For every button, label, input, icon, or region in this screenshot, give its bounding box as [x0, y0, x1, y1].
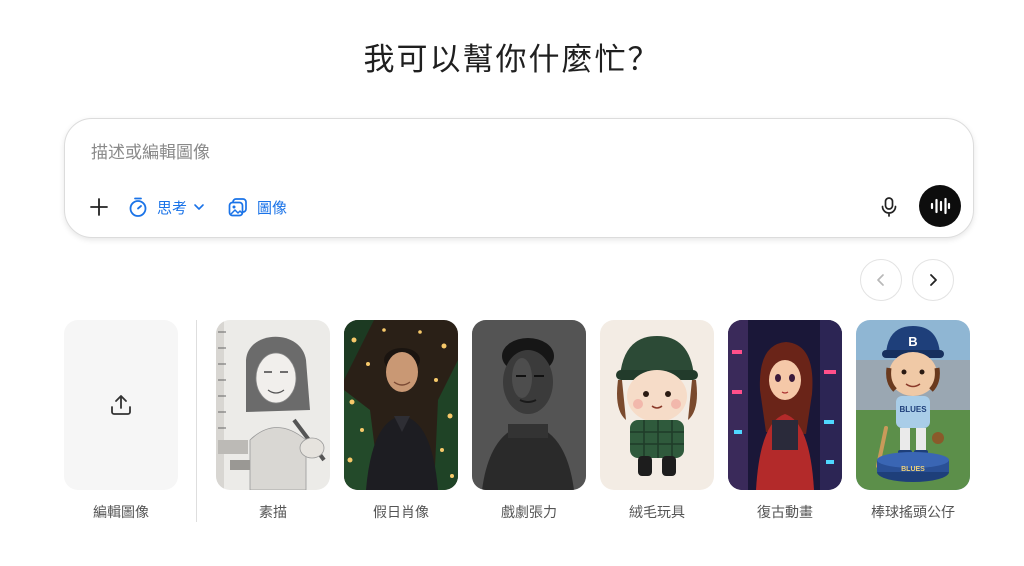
- baseball-bobblehead-image: B BLUES BLUES: [856, 320, 970, 490]
- think-mode-label: 思考: [157, 198, 188, 217]
- image-mode-label: 圖像: [257, 198, 288, 217]
- upload-image-card[interactable]: [64, 320, 178, 490]
- add-attachment-button[interactable]: [85, 193, 113, 221]
- style-card-retro-anime[interactable]: [728, 320, 842, 490]
- plus-icon: [90, 198, 108, 216]
- style-label-baseball-bobblehead: 棒球搖頭公仔: [871, 505, 955, 521]
- sketch-portrait-image: [216, 320, 330, 490]
- carousel-prev-button[interactable]: [860, 259, 902, 301]
- page-title: 我可以幫你什麼忙？: [363, 42, 661, 78]
- divider: [196, 320, 197, 522]
- style-card-holiday-portrait[interactable]: [344, 320, 458, 490]
- chevron-left-icon: [877, 274, 884, 286]
- prompt-input[interactable]: [89, 137, 793, 169]
- carousel-next-button[interactable]: [912, 259, 954, 301]
- image-icon: [228, 198, 247, 217]
- style-card-dramatic[interactable]: [472, 320, 586, 490]
- base-text: BLUES: [901, 466, 925, 473]
- upload-icon: [111, 395, 131, 415]
- style-label-plush-toy: 絨毛玩具: [629, 505, 685, 521]
- upload-image-label: 編輯圖像: [93, 505, 149, 521]
- style-card-plush-toy[interactable]: [600, 320, 714, 490]
- chevron-down-icon: [194, 204, 204, 210]
- plush-toy-image: [600, 320, 714, 490]
- style-label-holiday-portrait: 假日肖像: [373, 505, 429, 521]
- dramatic-portrait-image: [472, 320, 586, 490]
- cap-letter: B: [908, 334, 917, 349]
- timer-icon: [129, 197, 147, 217]
- chevron-right-icon: [930, 274, 937, 286]
- holiday-portrait-image: [344, 320, 458, 490]
- sound-wave-icon: [930, 197, 951, 215]
- jersey-text: BLUES: [899, 405, 927, 414]
- microphone-icon: [881, 197, 897, 217]
- think-mode-dropdown[interactable]: 思考: [127, 196, 205, 218]
- style-card-baseball-bobblehead[interactable]: B BLUES BLUES: [856, 320, 970, 490]
- dictate-button[interactable]: [875, 193, 903, 221]
- composer-toolbar: 思考 圖像: [85, 193, 309, 221]
- style-label-sketch: 素描: [259, 505, 287, 521]
- style-label-retro-anime: 復古動畫: [757, 505, 813, 521]
- style-label-dramatic: 戲劇張力: [501, 505, 557, 521]
- prompt-composer: 思考 圖像: [64, 118, 974, 238]
- voice-mode-button[interactable]: [919, 185, 961, 227]
- style-card-sketch[interactable]: [216, 320, 330, 490]
- image-mode-button[interactable]: 圖像: [227, 196, 287, 218]
- retro-anime-image: [728, 320, 842, 490]
